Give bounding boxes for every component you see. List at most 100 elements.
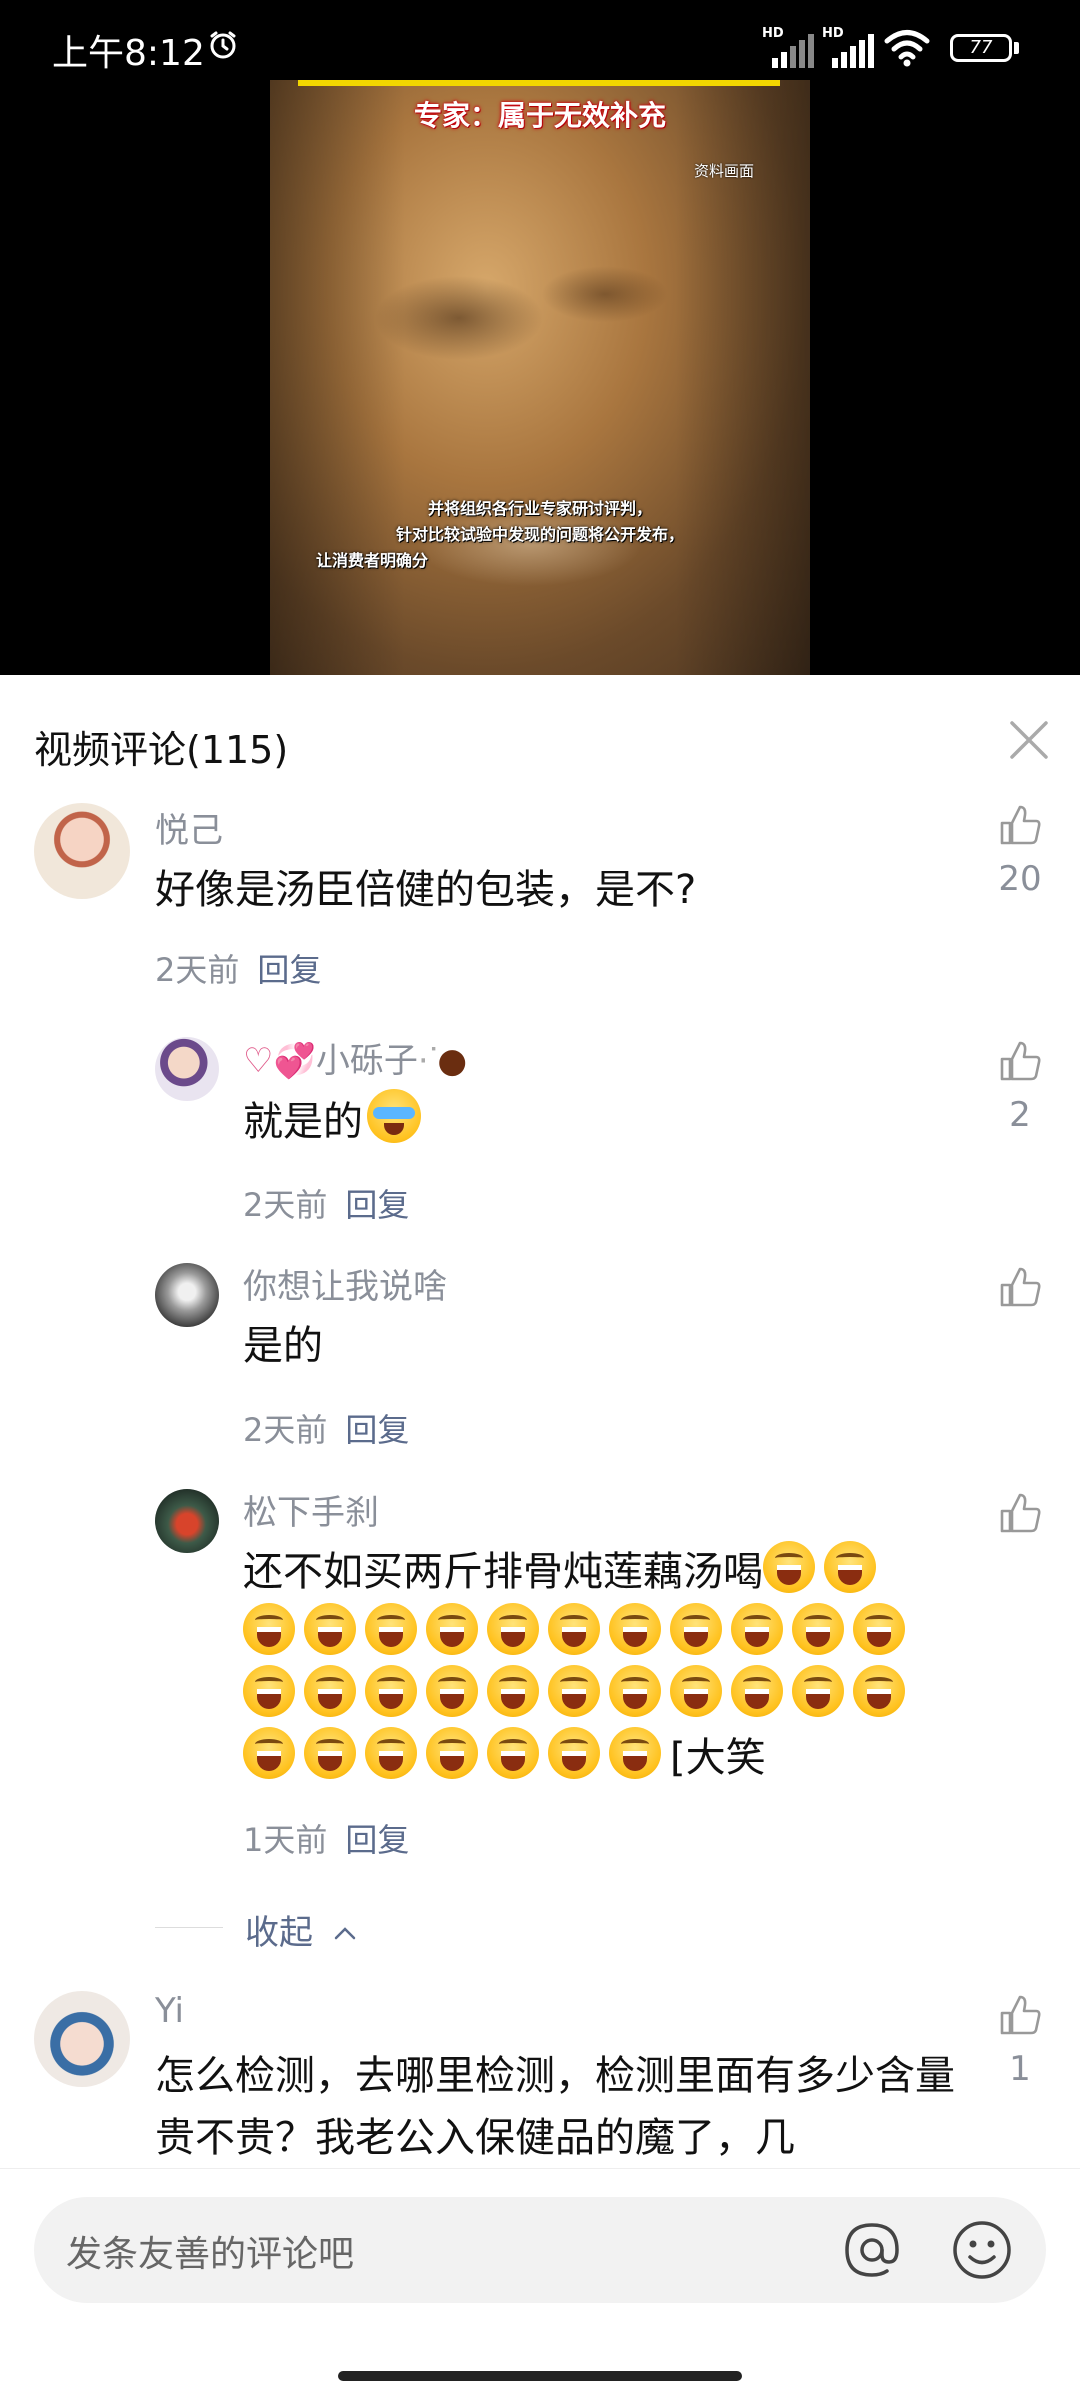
like-button[interactable]: 2 — [998, 1039, 1046, 1135]
laughing-emoji-icon — [609, 1727, 661, 1779]
battery-tip — [1014, 42, 1019, 54]
laughing-emoji-icon — [365, 1727, 417, 1779]
smiley-face-icon[interactable] — [947, 2215, 1017, 2285]
panel-title: 视频评论(115) — [34, 728, 289, 772]
comment-time: 2天前 — [243, 1186, 328, 1224]
laughing-emoji-icon — [824, 1541, 876, 1593]
avatar[interactable] — [34, 1991, 130, 2087]
comment-meta: 2天前 回复 — [243, 1405, 409, 1451]
battery-icon: 77 — [950, 34, 1012, 62]
close-icon[interactable] — [1004, 715, 1054, 765]
avatar[interactable] — [155, 1037, 219, 1101]
comment-username[interactable]: Yi — [155, 1991, 184, 2031]
avatar[interactable] — [34, 803, 130, 899]
comment-time: 2天前 — [243, 1411, 328, 1449]
thumbs-up-icon — [1000, 1041, 1041, 1081]
laughing-emoji-icon — [670, 1665, 722, 1717]
laughing-emoji-icon — [548, 1727, 600, 1779]
battery-level: 77 — [969, 37, 993, 58]
laughing-emoji-icon — [609, 1603, 661, 1655]
username-text: 小砾子 — [315, 1041, 418, 1081]
laughing-emoji-icon — [487, 1727, 539, 1779]
like-button[interactable]: 1 — [998, 1993, 1046, 2089]
laughing-emoji-icon — [763, 1541, 815, 1593]
laughing-emoji-icon — [365, 1665, 417, 1717]
wifi-icon — [884, 30, 930, 67]
laughing-emoji-icon — [243, 1603, 295, 1655]
laughing-emoji-icon — [304, 1603, 356, 1655]
laughing-emoji-icon — [670, 1603, 722, 1655]
reply-button[interactable]: 回复 — [257, 951, 321, 989]
collapse-label-text: 收起 — [245, 1913, 313, 1953]
laughing-emoji-icon — [853, 1665, 905, 1717]
thumbs-up-icon — [1000, 1995, 1041, 2035]
chevron-up-icon — [334, 1927, 356, 1940]
laughing-emoji-icon — [548, 1603, 600, 1655]
crying-laughing-emoji-icon — [367, 1089, 421, 1143]
laughing-emoji-icon — [365, 1603, 417, 1655]
comment-text: 是的 — [243, 1323, 323, 1369]
laughing-emoji-icon — [487, 1665, 539, 1717]
laughing-emoji-icon — [792, 1665, 844, 1717]
like-count: 20 — [998, 859, 1042, 899]
laughing-emoji-icon — [609, 1665, 661, 1717]
comment-text: 怎么检测，去哪里检测，检测里面有多少含量贵不贵？我老公入保健品的魔了，几 — [155, 2053, 955, 2161]
like-count: 2 — [1009, 1095, 1031, 1135]
at-sign-icon[interactable] — [837, 2215, 907, 2285]
laughing-emoji-icon — [731, 1603, 783, 1655]
comment-time: 1天前 — [243, 1821, 328, 1859]
video-frame[interactable]: 专家：属于无效补充 资料画面 并将组织各行业专家研讨评判， 针对比较试验中发现的… — [270, 80, 810, 675]
status-time: 上午8:12 — [52, 33, 205, 74]
laughing-emoji-icon — [853, 1603, 905, 1655]
comment-text: 好像是汤臣倍健的包装，是不? — [155, 867, 697, 913]
thumbs-up-icon — [1000, 1493, 1041, 1533]
laughing-emoji-icon — [487, 1603, 539, 1655]
video-source-label: 资料画面 — [694, 162, 755, 180]
comment-meta: 1天前 回复 — [243, 1815, 409, 1861]
like-button[interactable]: 20 — [998, 803, 1046, 899]
video-subtitle-line: 让消费者明确分 — [316, 551, 429, 570]
reply-button[interactable]: 回复 — [345, 1186, 409, 1224]
comment-username[interactable]: 悦己 — [155, 803, 223, 852]
laughing-emoji-icon — [243, 1665, 295, 1717]
laughing-emoji-icon — [304, 1727, 356, 1779]
comment-text-tail: [大笑 — [670, 1735, 766, 1781]
laughing-emoji-icon — [426, 1727, 478, 1779]
comment-username[interactable]: 你想让我说啥 — [243, 1259, 447, 1308]
video-subtitle-line: 并将组织各行业专家研讨评判， — [427, 499, 652, 518]
comments-panel: 视频评论(115) 悦己 好像是汤臣倍健的包装，是不? 2天前 回复 20 ♡💞小… — [0, 675, 1080, 2400]
reply-button[interactable]: 回复 — [345, 1411, 409, 1449]
comment-time: 2天前 — [155, 951, 240, 989]
comment-text-body: 就是的 — [243, 1099, 363, 1145]
like-button[interactable] — [998, 1491, 1046, 1535]
laughing-emoji-icon — [792, 1603, 844, 1655]
thumbs-up-icon — [1000, 1267, 1041, 1307]
thumbs-up-icon — [1000, 805, 1041, 845]
avatar[interactable] — [155, 1263, 219, 1327]
laughing-emoji-icon — [426, 1665, 478, 1717]
comment-meta: 2天前 回复 — [243, 1180, 409, 1226]
comment-text: 还不如买两斤排骨炖莲藕汤喝 [大笑 — [243, 1541, 963, 1789]
status-bar: 上午8:12 HD HD 77 — [0, 0, 1080, 80]
video-progress-line — [298, 80, 780, 86]
collapse-label: 收起 — [245, 1905, 358, 1954]
comment-text-body: 还不如买两斤排骨炖莲藕汤喝 — [243, 1549, 763, 1595]
comment-text: 就是的 — [243, 1089, 983, 1153]
alarm-clock-icon — [210, 31, 236, 59]
like-count: 1 — [1009, 2049, 1031, 2089]
avatar[interactable] — [155, 1489, 219, 1553]
home-indicator[interactable] — [338, 2371, 742, 2381]
like-button[interactable] — [998, 1265, 1046, 1309]
laughing-emoji-icon — [426, 1603, 478, 1655]
comment-username[interactable]: ♡💞小砾子·ᐝ● — [243, 1033, 467, 1082]
laughing-emoji-icon — [304, 1665, 356, 1717]
laughing-emoji-icon — [548, 1665, 600, 1717]
comment-input[interactable]: 发条友善的评论吧 — [34, 2197, 1046, 2303]
reply-button[interactable]: 回复 — [345, 1821, 409, 1859]
comment-meta: 2天前 回复 — [155, 945, 321, 991]
comment-username[interactable]: 松下手刹 — [243, 1485, 379, 1534]
video-subtitle-line: 针对比较试验中发现的问题将公开发布， — [395, 525, 684, 544]
comment-input-placeholder: 发条友善的评论吧 — [66, 2234, 355, 2275]
divider — [155, 1927, 223, 1928]
laughing-emoji-icon — [243, 1727, 295, 1779]
